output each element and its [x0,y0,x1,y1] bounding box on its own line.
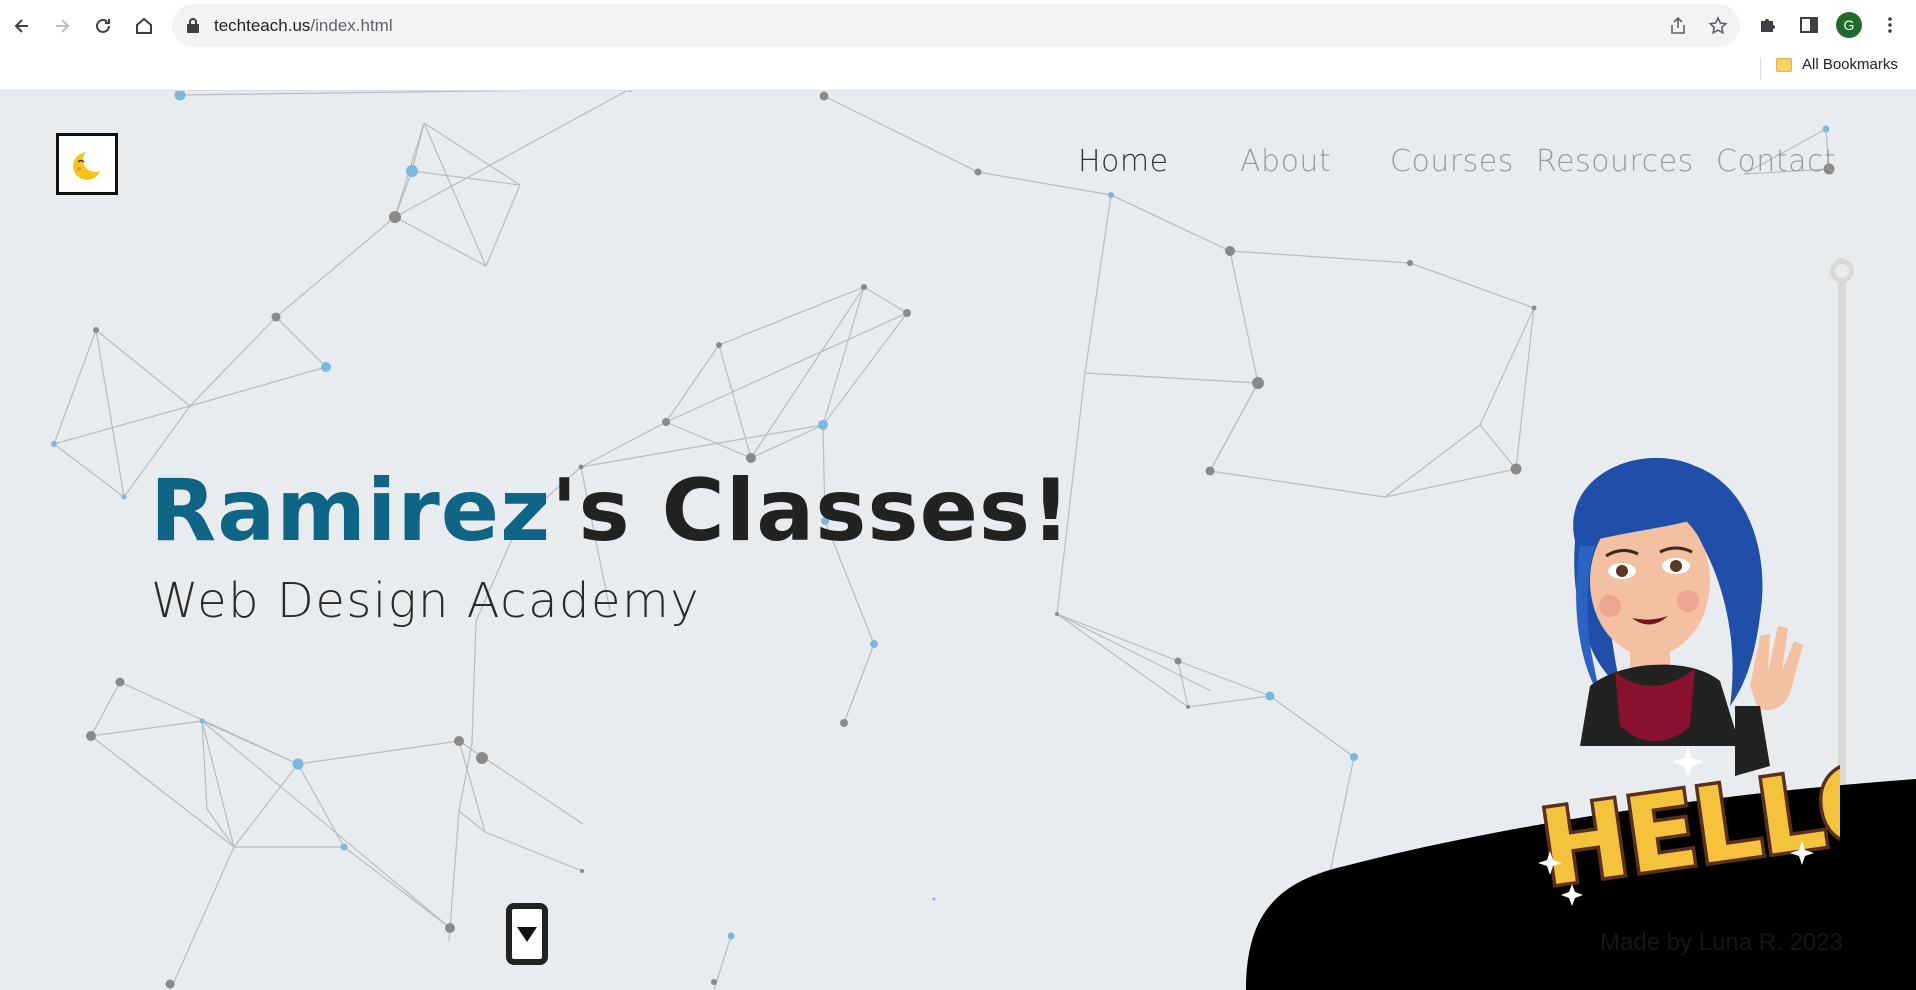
address-bar[interactable]: techteach.us/index.html [172,4,1740,47]
nav-about[interactable]: About [1240,144,1331,179]
side-panel-button[interactable] [1794,10,1824,40]
triangle-down-icon [517,927,537,942]
hero-title-rest: 's Classes! [551,461,1072,561]
bookmarks-separator [1760,58,1761,80]
star-icon [1708,16,1728,35]
nav-home[interactable]: Home [1078,144,1169,179]
all-bookmarks-label: All Bookmarks [1802,56,1898,73]
crescent-moon-logo-icon [73,148,107,180]
web-page: Home About Courses Resources Contact Ram… [0,91,1916,990]
page-scroll-knob[interactable] [1830,259,1854,283]
nav-courses[interactable]: Courses [1390,144,1514,179]
hero-title-name: Ramirez [150,461,552,561]
hero-subtitle: Web Design Academy [151,573,701,629]
lock-icon [187,18,199,33]
kebab-menu-icon [1888,17,1892,33]
bookmark-star-button[interactable] [1706,14,1730,38]
all-bookmarks-button[interactable]: All Bookmarks [1776,56,1898,73]
forward-arrow-icon [56,19,70,33]
folder-icon [1776,57,1792,72]
share-icon [1671,16,1685,34]
hero-title: Ramirez's Classes! [150,461,1071,561]
home-button[interactable] [128,10,160,42]
reload-button[interactable] [87,10,119,42]
site-logo[interactable] [56,133,118,195]
home-icon [136,17,152,34]
footer-credit: Made by Luna R. 2023 [1600,929,1843,956]
url-path: /index.html [310,16,393,35]
browser-menu-button[interactable] [1875,10,1905,40]
back-arrow-icon [14,19,28,33]
waving-avatar-illustration: HELLO [1530,457,1840,913]
nav-contact[interactable]: Contact [1716,144,1836,179]
browser-chrome: techteach.us/index.html G All Bookmarks [0,0,1916,91]
forward-button[interactable] [46,10,78,42]
reload-icon [96,18,110,33]
url-host: techteach.us [214,16,311,35]
scroll-down-button[interactable] [506,903,548,965]
extensions-button[interactable] [1753,10,1783,40]
puzzle-icon [1761,19,1775,32]
side-panel-icon [1800,17,1818,33]
profile-avatar[interactable]: G [1836,12,1862,38]
url-text: techteach.us/index.html [214,16,393,36]
back-button[interactable] [6,10,38,42]
nav-resources[interactable]: Resources [1536,144,1694,179]
share-button[interactable] [1666,14,1690,38]
